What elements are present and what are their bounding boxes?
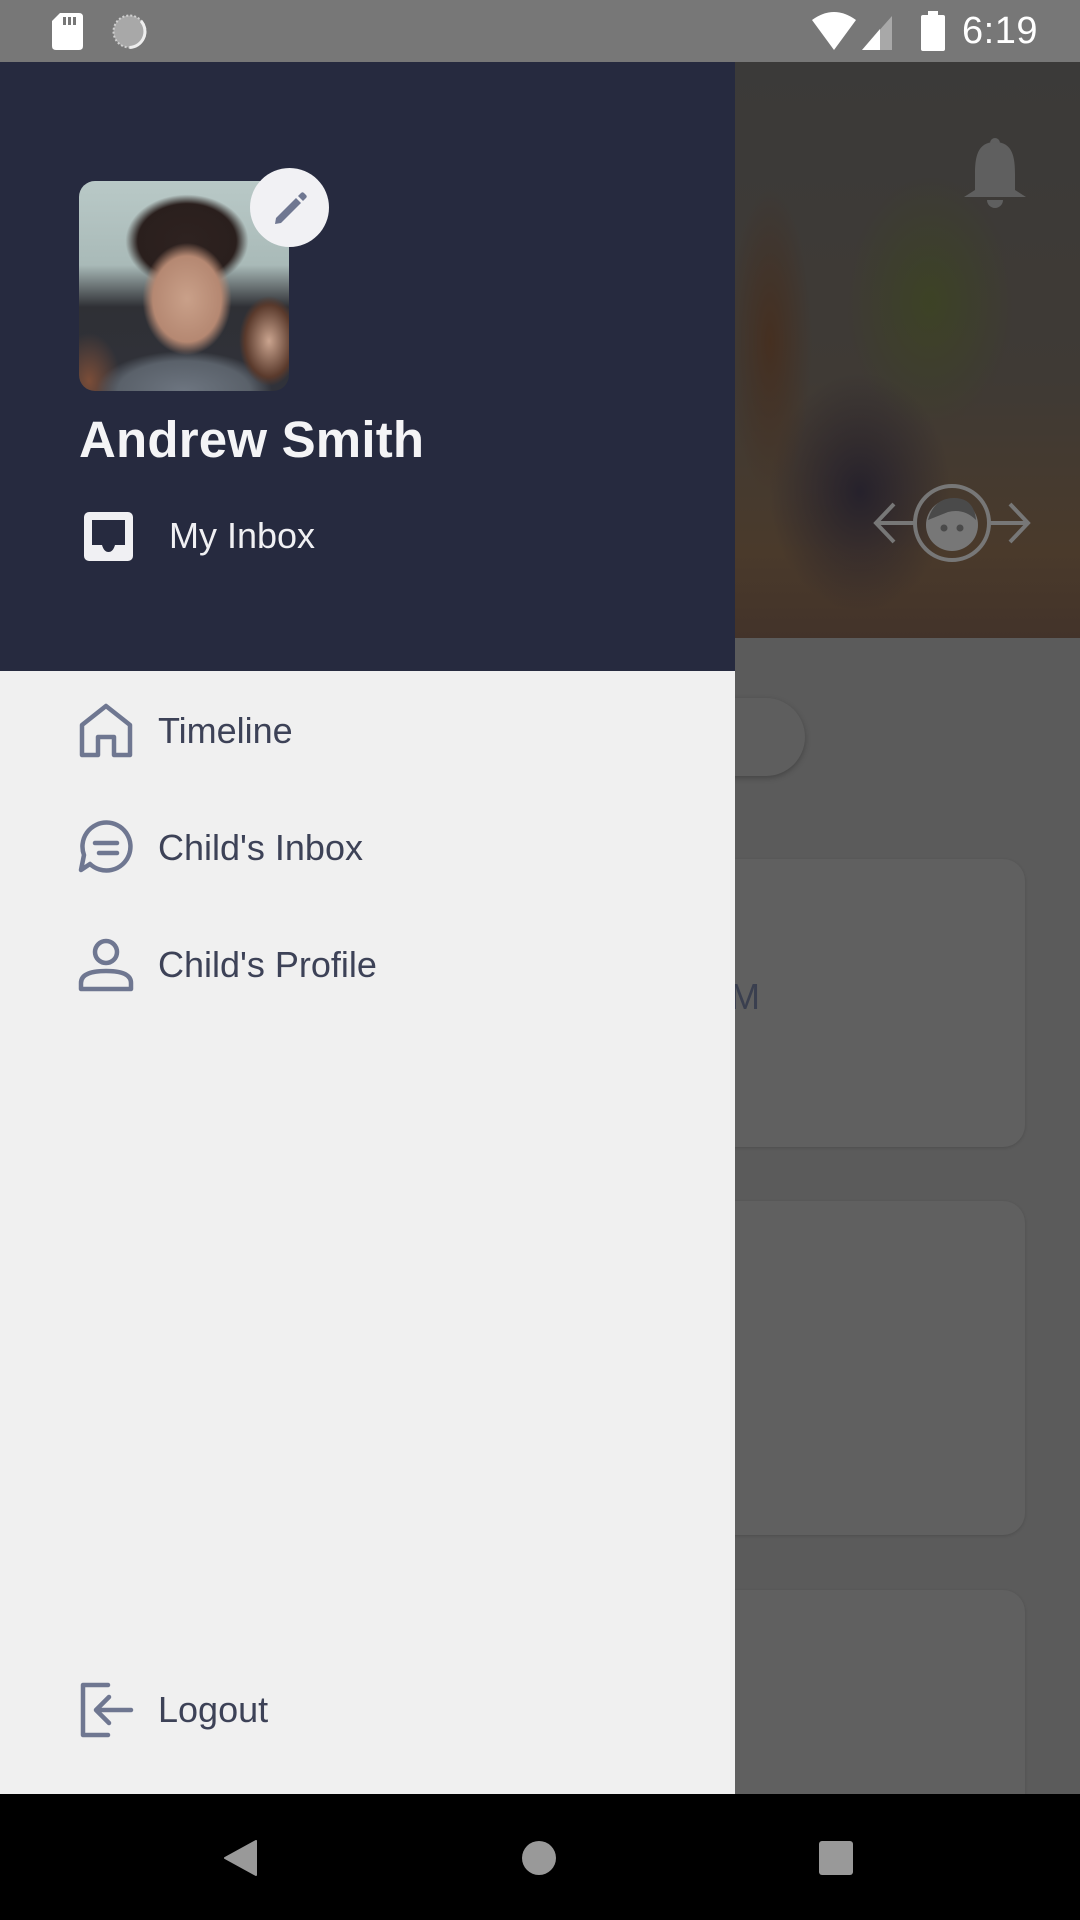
chat-bubble-icon xyxy=(78,820,133,873)
system-navigation-bar xyxy=(0,1794,1080,1920)
person-icon xyxy=(78,938,134,992)
bell-icon xyxy=(964,138,1026,208)
battery-icon xyxy=(921,11,945,51)
drawer-item-label: Timeline xyxy=(158,710,293,751)
drawer-header: Andrew Smith My Inbox xyxy=(0,62,735,671)
drawer-item-childs-inbox[interactable]: Child's Inbox xyxy=(78,813,363,883)
back-button[interactable] xyxy=(224,1840,258,1876)
pencil-icon xyxy=(274,191,307,224)
sync-icon xyxy=(112,14,147,49)
my-inbox-label: My Inbox xyxy=(169,515,316,556)
logout-button[interactable]: Logout xyxy=(78,1675,268,1745)
drawer-item-label: Child's Inbox xyxy=(158,827,363,868)
my-inbox-link[interactable]: My Inbox xyxy=(84,506,315,566)
logout-icon xyxy=(80,1682,134,1738)
sd-card-icon xyxy=(52,13,83,50)
recents-button[interactable] xyxy=(818,1840,854,1876)
logout-label: Logout xyxy=(158,1689,269,1730)
status-bar: 6:19 xyxy=(0,0,1080,62)
user-name: Andrew Smith xyxy=(79,411,425,468)
inbox-icon xyxy=(84,511,133,561)
home-button[interactable] xyxy=(521,1840,557,1876)
child-switch-icon xyxy=(873,484,1031,562)
home-icon xyxy=(79,703,133,758)
drawer-item-childs-profile[interactable]: Child's Profile xyxy=(78,930,377,1000)
drawer-item-label: Child's Profile xyxy=(158,944,377,985)
clock: 6:19 xyxy=(962,10,1038,52)
navigation-drawer: Andrew Smith My Inbox Timeline Child's I… xyxy=(0,62,735,1794)
drawer-item-timeline[interactable]: Timeline xyxy=(78,696,293,766)
edit-avatar-button[interactable] xyxy=(250,168,329,247)
signal-icon xyxy=(862,16,892,50)
wifi-icon xyxy=(812,12,856,50)
